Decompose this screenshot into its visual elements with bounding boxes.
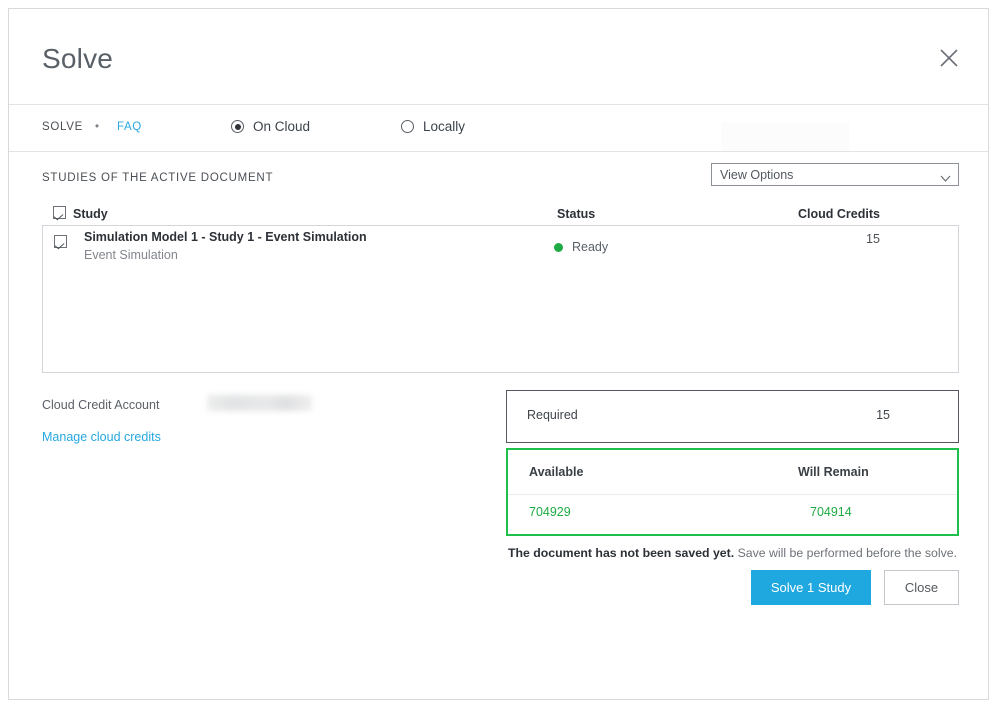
- solve-button[interactable]: Solve 1 Study: [751, 570, 871, 605]
- available-credits-panel: Available Will Remain 704929 704914: [506, 448, 959, 536]
- radio-locally[interactable]: Locally: [401, 119, 465, 134]
- chevron-down-icon: [940, 170, 951, 188]
- toolbar-redacted-block: [721, 123, 849, 151]
- manage-cloud-credits-link[interactable]: Manage cloud credits: [42, 430, 161, 444]
- row-checkbox[interactable]: [54, 235, 67, 248]
- faq-link[interactable]: FAQ: [117, 121, 142, 133]
- breadcrumb-root: SOLVE: [42, 121, 83, 133]
- save-note-rest: Save will be performed before the solve.: [734, 546, 957, 560]
- solve-dialog: Solve SOLVE • FAQ On Cloud Locally STUDI…: [8, 8, 989, 700]
- study-subtitle: Event Simulation: [84, 248, 178, 262]
- breadcrumb-separator: •: [95, 121, 100, 133]
- will-remain-value: 704914: [810, 505, 852, 519]
- select-all-checkbox[interactable]: [53, 206, 66, 219]
- view-options-dropdown[interactable]: View Options: [711, 163, 959, 186]
- save-note: The document has not been saved yet. Sav…: [508, 546, 957, 560]
- required-value: 15: [876, 408, 890, 422]
- available-label: Available: [529, 465, 584, 479]
- required-label: Required: [527, 408, 578, 422]
- radio-on-cloud-mark[interactable]: [231, 120, 244, 133]
- close-button[interactable]: Close: [884, 570, 959, 605]
- close-icon[interactable]: [934, 43, 964, 73]
- available-panel-header: Available Will Remain: [508, 450, 957, 495]
- column-header-cloud-credits: Cloud Credits: [798, 207, 880, 221]
- cloud-credit-account-value-redacted: [207, 395, 312, 411]
- radio-locally-mark[interactable]: [401, 120, 414, 133]
- cloud-credit-account-label: Cloud Credit Account: [42, 398, 160, 412]
- status-text: Ready: [572, 240, 609, 254]
- studies-list: Simulation Model 1 - Study 1 - Event Sim…: [42, 225, 959, 373]
- status-badge: Ready: [554, 240, 608, 254]
- study-name: Simulation Model 1 - Study 1 - Event Sim…: [84, 230, 367, 244]
- radio-on-cloud-label: On Cloud: [253, 119, 311, 134]
- available-value: 704929: [529, 505, 571, 519]
- studies-section-label: STUDIES OF THE ACTIVE DOCUMENT: [42, 172, 274, 184]
- will-remain-label: Will Remain: [798, 465, 869, 479]
- page-title: Solve: [42, 43, 114, 74]
- radio-locally-label: Locally: [423, 119, 466, 134]
- column-header-status: Status: [557, 207, 596, 221]
- status-dot-icon: [554, 242, 563, 252]
- dialog-titlebar: Solve: [9, 9, 988, 105]
- save-note-bold: The document has not been saved yet.: [507, 546, 735, 560]
- radio-on-cloud[interactable]: On Cloud: [231, 119, 310, 134]
- study-credits: 15: [866, 232, 880, 246]
- view-options-value: View Options: [720, 168, 794, 182]
- table-row[interactable]: Simulation Model 1 - Study 1 - Event Sim…: [43, 226, 958, 274]
- required-credits-panel: Required 15: [506, 390, 959, 443]
- column-header-study: Study: [73, 207, 108, 221]
